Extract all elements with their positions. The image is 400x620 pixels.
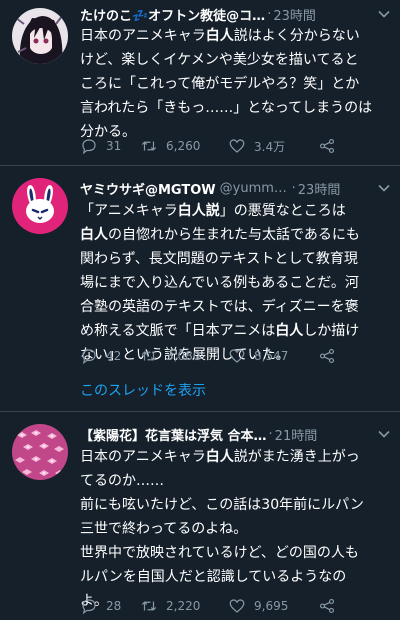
tweet-actions: 28 2,220 9,695 bbox=[80, 596, 390, 616]
retweet-button[interactable]: 2,220 bbox=[140, 597, 228, 615]
avatar[interactable] bbox=[12, 424, 68, 480]
dark-haired-anime-avatar-icon bbox=[12, 8, 68, 64]
chevron-down-icon bbox=[378, 184, 390, 192]
tweet-line: ルパンを自国人だと認識しているようなの bbox=[80, 569, 347, 585]
tweet-text: 日本のアニメキャラ白人説がまた湧き上がっ てるのか…… 前にも呟いたけど、この話… bbox=[80, 445, 390, 613]
more-options-button[interactable] bbox=[374, 3, 394, 25]
username-handle[interactable]: @yummy… bbox=[220, 181, 290, 196]
share-button[interactable] bbox=[318, 597, 344, 615]
retweet-button[interactable]: 6,260 bbox=[140, 137, 228, 155]
tweet-3[interactable]: 【紫陽花】花言葉は浮気 合本… · 21時間 日本のアニメキャラ白人説がまた湧き… bbox=[0, 412, 400, 620]
like-button[interactable]: 9,695 bbox=[228, 597, 318, 615]
reply-button[interactable]: 28 bbox=[80, 597, 140, 615]
tweet-line: ころに「これって俺がモデルやろ？笑」とか bbox=[80, 76, 360, 92]
like-count: 9,695 bbox=[254, 599, 289, 613]
tweet-actions: 31 6,260 3.4万 bbox=[80, 136, 390, 156]
avatar[interactable] bbox=[12, 178, 68, 234]
retweet-icon bbox=[141, 141, 157, 151]
heart-icon bbox=[229, 139, 245, 153]
more-options-button[interactable] bbox=[374, 177, 394, 199]
tweet-line: 三世で終わってるのよね。 bbox=[80, 521, 248, 537]
share-icon bbox=[319, 598, 335, 614]
reply-icon bbox=[82, 349, 96, 365]
tweet-line: けど、楽しくイケメンや美少女を描いてると bbox=[80, 52, 359, 68]
tweet-line: 場にまで入り込んでいる例もあることだ。河 bbox=[80, 275, 359, 291]
tweet-actions: 42 3,080 8,547 bbox=[80, 346, 390, 366]
retweet-icon bbox=[141, 351, 157, 361]
timestamp[interactable]: 23時間 bbox=[298, 179, 341, 198]
tweet-line: 関わらず、長文問題のテキストとして教育現 bbox=[80, 251, 358, 267]
tweet-2[interactable]: ヤミウサギ@MGTOW @yummy… · 23時間 「アニメキャラ白人説」の悪… bbox=[0, 166, 400, 411]
tweet-line: め称える文脈で「日本アニメは白人しか描け bbox=[80, 323, 360, 339]
rabbit-avatar-icon bbox=[12, 178, 68, 234]
tweet-text: 日本のアニメキャラ白人説はよく分からない けど、楽しくイケメンや美少女を描いてる… bbox=[80, 24, 390, 144]
tweet-text: 「アニメキャラ白人説」の悪質なところは 白人の自惚れから生まれた与太話であるにも… bbox=[80, 199, 390, 367]
tweet-line: 「アニメキャラ白人説」の悪質なところは bbox=[80, 203, 346, 219]
dot-separator: · bbox=[291, 180, 296, 196]
like-button[interactable]: 3.4万 bbox=[228, 137, 318, 155]
retweet-count: 3,080 bbox=[166, 349, 201, 363]
tweet-1[interactable]: たけのこ💤オフトン教徒@コ… · 23時間 日本のアニメキャラ白人説はよく分から… bbox=[0, 0, 400, 165]
tweet-line: 日本のアニメキャラ白人説はよく分からない bbox=[80, 28, 360, 44]
tweet-line: てるのか…… bbox=[80, 473, 164, 489]
avatar[interactable] bbox=[12, 8, 68, 64]
tweet-line: 日本のアニメキャラ白人説がまた湧き上がっ bbox=[80, 449, 360, 465]
chevron-down-icon bbox=[378, 430, 390, 438]
like-count: 8,547 bbox=[254, 349, 289, 363]
share-icon bbox=[319, 138, 335, 154]
tweet-line: 言われたら「きもっ……」となってしまうのは bbox=[80, 100, 373, 116]
tweet-line: 合塾の英語のテキストでは、ディズニーを褒 bbox=[80, 299, 359, 315]
heart-icon bbox=[229, 349, 245, 363]
reply-count: 31 bbox=[106, 139, 122, 153]
share-button[interactable] bbox=[318, 137, 344, 155]
reply-icon bbox=[82, 139, 96, 155]
dot-separator: · bbox=[268, 426, 273, 442]
show-thread-link[interactable]: このスレッドを表示 bbox=[80, 380, 206, 400]
display-name[interactable]: たけのこ💤オフトン教徒@コ… bbox=[80, 5, 265, 24]
retweet-button[interactable]: 3,080 bbox=[140, 347, 228, 365]
share-button[interactable] bbox=[318, 347, 344, 365]
timestamp[interactable]: 21時間 bbox=[275, 425, 318, 444]
share-icon bbox=[319, 348, 335, 364]
reply-count: 28 bbox=[106, 599, 122, 613]
retweet-icon bbox=[141, 601, 157, 611]
reply-count: 42 bbox=[106, 349, 122, 363]
retweet-count: 6,260 bbox=[166, 139, 201, 153]
hydrangea-flower-avatar-icon bbox=[12, 424, 68, 480]
tweet-line: 前にも呟いたけど、この話は30年前にルパン bbox=[80, 497, 364, 513]
display-name[interactable]: 【紫陽花】花言葉は浮気 合本… bbox=[80, 425, 267, 444]
tweet-line: 白人の自惚れから生まれた与太話であるにも bbox=[80, 227, 360, 243]
chevron-down-icon bbox=[378, 10, 390, 18]
reply-icon bbox=[82, 599, 96, 615]
display-name[interactable]: ヤミウサギ@MGTOW bbox=[80, 179, 216, 198]
heart-icon bbox=[229, 599, 245, 613]
reply-button[interactable]: 42 bbox=[80, 347, 140, 365]
timestamp[interactable]: 23時間 bbox=[273, 5, 316, 24]
like-button[interactable]: 8,547 bbox=[228, 347, 318, 365]
dot-separator: · bbox=[267, 6, 272, 22]
tweet-line: 世界中で放映されているけど、どの国の人も bbox=[80, 545, 359, 561]
like-count: 3.4万 bbox=[254, 139, 286, 154]
retweet-count: 2,220 bbox=[166, 599, 201, 613]
more-options-button[interactable] bbox=[374, 423, 394, 445]
reply-button[interactable]: 31 bbox=[80, 137, 140, 155]
